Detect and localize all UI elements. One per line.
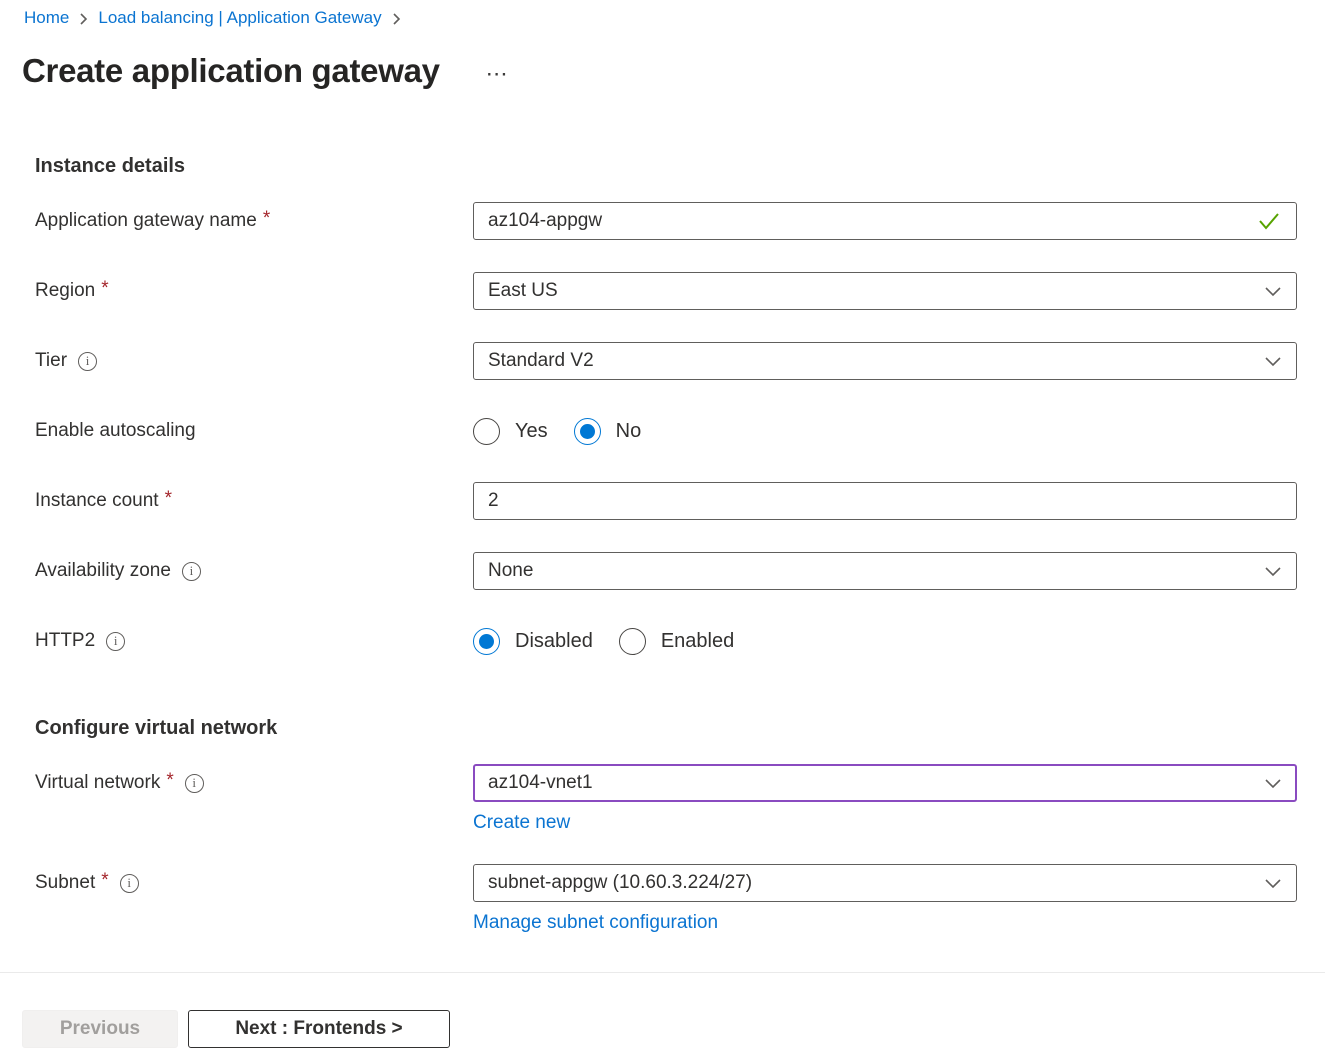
info-icon[interactable]: i	[120, 874, 139, 893]
http2-enabled-radio[interactable]	[619, 628, 646, 655]
autoscaling-yes-radio[interactable]	[473, 418, 500, 445]
autoscaling-no-label[interactable]: No	[616, 420, 642, 443]
next-frontends-button[interactable]: Next : Frontends >	[188, 1010, 450, 1048]
form-row-instance-count: Instance count * 2	[0, 482, 1325, 520]
field-label-tier: Tier i	[35, 342, 473, 380]
label-text: HTTP2	[35, 630, 95, 652]
label-text: Virtual network	[35, 772, 160, 794]
label-text: Enable autoscaling	[35, 420, 196, 442]
info-icon[interactable]: i	[106, 632, 125, 651]
subnet-value: subnet-appgw (10.60.3.224/27)	[488, 872, 752, 894]
chevron-right-icon	[392, 12, 401, 26]
breadcrumb: Home Load balancing | Application Gatewa…	[24, 8, 1325, 28]
form-row-subnet: Subnet * i subnet-appgw (10.60.3.224/27)…	[0, 864, 1325, 934]
more-options-button[interactable]: ⋯	[486, 63, 509, 85]
http2-disabled-label[interactable]: Disabled	[515, 630, 593, 653]
http2-disabled-radio[interactable]	[473, 628, 500, 655]
section-heading-configure-vnet: Configure virtual network	[35, 716, 1325, 740]
field-label-subnet: Subnet * i	[35, 864, 473, 902]
info-icon[interactable]: i	[78, 352, 97, 371]
http2-enabled-label[interactable]: Enabled	[661, 630, 734, 653]
field-label-app-gateway-name: Application gateway name *	[35, 202, 473, 240]
field-label-virtual-network: Virtual network * i	[35, 764, 473, 802]
breadcrumb-link-load-balancing[interactable]: Load balancing | Application Gateway	[98, 8, 381, 28]
label-text: Tier	[35, 350, 67, 372]
tier-dropdown[interactable]: Standard V2	[473, 342, 1297, 380]
info-icon[interactable]: i	[182, 562, 201, 581]
field-label-http2: HTTP2 i	[35, 622, 473, 660]
region-dropdown[interactable]: East US	[473, 272, 1297, 310]
manage-subnet-configuration-link[interactable]: Manage subnet configuration	[473, 912, 718, 934]
info-icon[interactable]: i	[185, 774, 204, 793]
form-row-region: Region * East US	[0, 272, 1325, 310]
instance-count-input[interactable]: 2	[473, 482, 1297, 520]
field-label-availability-zone: Availability zone i	[35, 552, 473, 590]
chevron-right-icon	[79, 12, 88, 26]
form-row-app-gateway-name: Application gateway name * az104-appgw	[0, 202, 1325, 240]
create-new-vnet-link[interactable]: Create new	[473, 812, 570, 834]
label-text: Availability zone	[35, 560, 171, 582]
label-text: Region	[35, 280, 95, 302]
instance-count-value: 2	[488, 490, 499, 512]
subnet-dropdown[interactable]: subnet-appgw (10.60.3.224/27)	[473, 864, 1297, 902]
chevron-down-icon	[1264, 356, 1282, 367]
previous-button[interactable]: Previous	[22, 1010, 178, 1048]
breadcrumb-link-home[interactable]: Home	[24, 8, 69, 28]
footer: Previous Next : Frontends >	[0, 973, 1325, 1048]
field-label-enable-autoscaling: Enable autoscaling	[35, 412, 473, 450]
required-asterisk: *	[101, 278, 108, 300]
field-label-region: Region *	[35, 272, 473, 310]
form-row-virtual-network: Virtual network * i az104-vnet1 Create n…	[0, 764, 1325, 834]
availability-zone-value: None	[488, 560, 533, 582]
page-title: Create application gateway	[22, 50, 440, 92]
tier-value: Standard V2	[488, 350, 594, 372]
section-heading-instance-details: Instance details	[35, 154, 1325, 178]
app-gateway-name-value: az104-appgw	[488, 210, 602, 232]
autoscaling-no-radio[interactable]	[574, 418, 601, 445]
app-gateway-name-input[interactable]: az104-appgw	[473, 202, 1297, 240]
label-text: Application gateway name	[35, 210, 257, 232]
label-text: Instance count	[35, 490, 159, 512]
required-asterisk: *	[166, 770, 173, 792]
form-row-enable-autoscaling: Enable autoscaling Yes No	[0, 412, 1325, 450]
chevron-down-icon	[1264, 286, 1282, 297]
chevron-down-icon	[1264, 778, 1282, 789]
region-value: East US	[488, 280, 558, 302]
chevron-down-icon	[1264, 878, 1282, 889]
virtual-network-dropdown[interactable]: az104-vnet1	[473, 764, 1297, 802]
required-asterisk: *	[165, 488, 172, 510]
label-text: Subnet	[35, 872, 95, 894]
form-row-tier: Tier i Standard V2	[0, 342, 1325, 380]
availability-zone-dropdown[interactable]: None	[473, 552, 1297, 590]
form-row-availability-zone: Availability zone i None	[0, 552, 1325, 590]
autoscaling-yes-label[interactable]: Yes	[515, 420, 548, 443]
required-asterisk: *	[263, 208, 270, 230]
field-label-instance-count: Instance count *	[35, 482, 473, 520]
required-asterisk: *	[101, 870, 108, 892]
virtual-network-value: az104-vnet1	[488, 772, 593, 794]
form-row-http2: HTTP2 i Disabled Enabled	[0, 622, 1325, 660]
chevron-down-icon	[1264, 566, 1282, 577]
valid-check-icon	[1256, 210, 1282, 232]
